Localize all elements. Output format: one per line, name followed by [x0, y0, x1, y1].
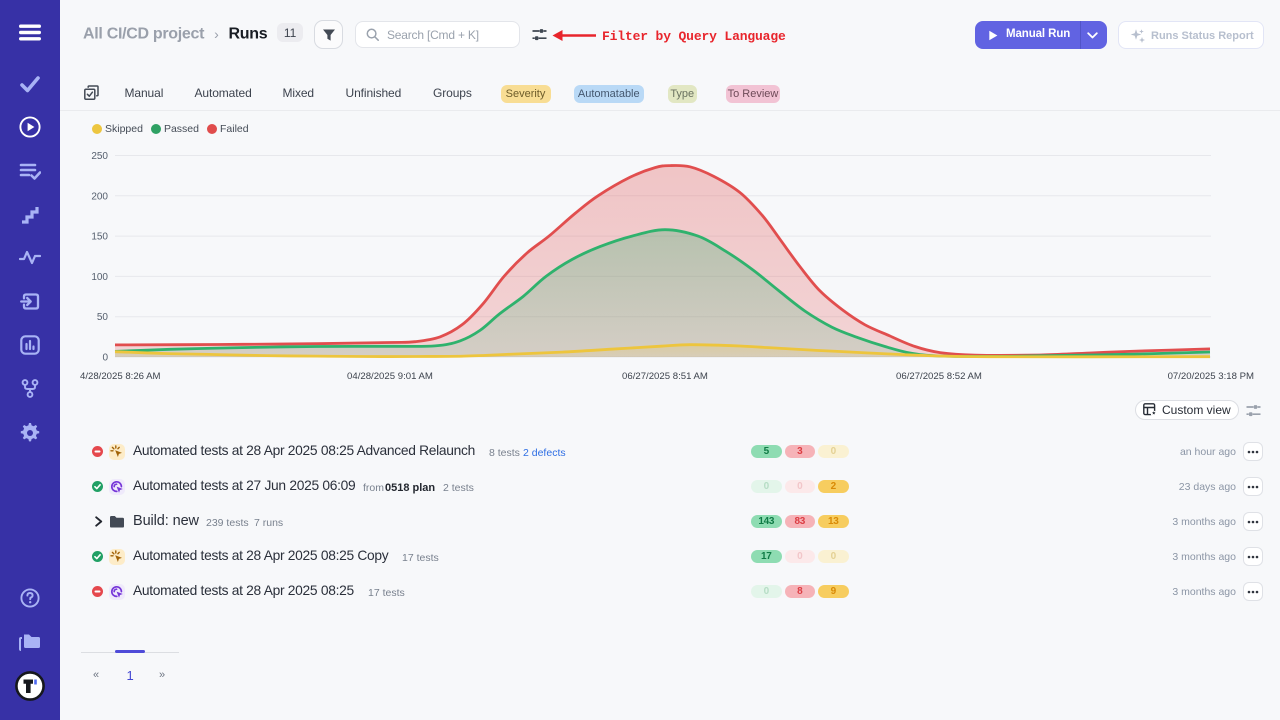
svg-text:06/27/2025 8:51 AM: 06/27/2025 8:51 AM	[622, 371, 708, 382]
svg-text:4/28/2025 8:26 AM: 4/28/2025 8:26 AM	[80, 371, 161, 382]
svg-text:06/27/2025 8:52 AM: 06/27/2025 8:52 AM	[896, 371, 982, 382]
svg-text:04/28/2025 9:01 AM: 04/28/2025 9:01 AM	[347, 371, 433, 382]
svg-text:150: 150	[91, 232, 108, 243]
svg-text:100: 100	[91, 272, 108, 283]
svg-text:200: 200	[91, 191, 108, 202]
svg-text:250: 250	[91, 151, 108, 162]
svg-text:50: 50	[97, 312, 109, 323]
svg-text:07/20/2025 3:18 PM: 07/20/2025 3:18 PM	[1168, 371, 1254, 382]
svg-text:0: 0	[102, 353, 108, 364]
